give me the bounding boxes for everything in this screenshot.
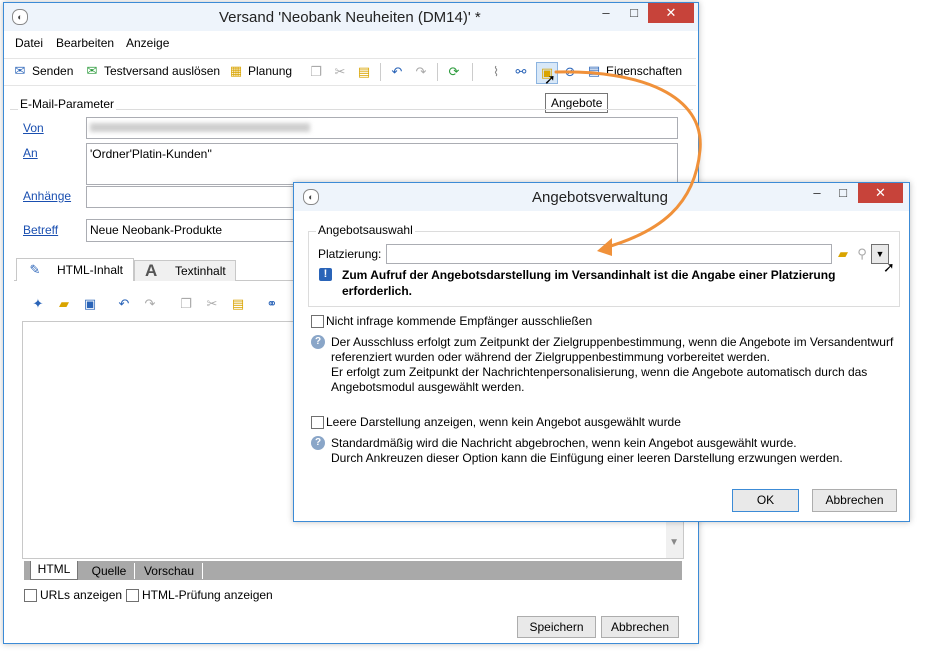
callout-arrow-head (597, 238, 612, 256)
callout-arrow-curve (554, 70, 702, 250)
callout-arrow (554, 70, 702, 256)
